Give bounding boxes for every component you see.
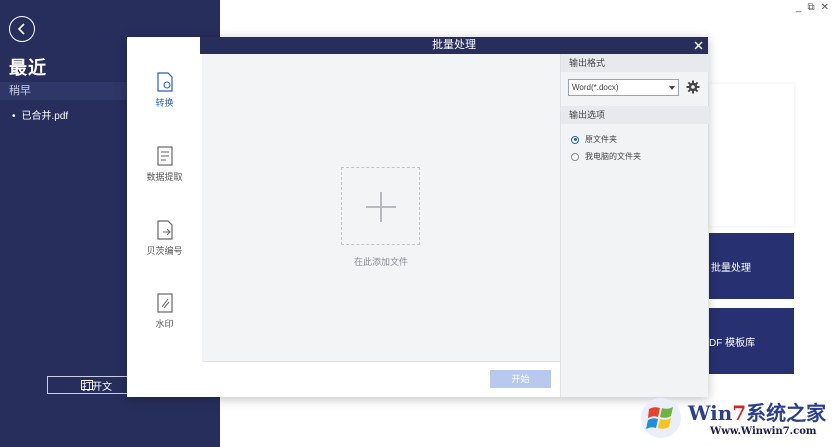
radio-my-computer-folder[interactable]: 我电脑的文件夹 xyxy=(571,151,641,162)
chevron-left-icon xyxy=(17,23,25,35)
radio-indicator-selected xyxy=(571,135,579,144)
radio-indicator xyxy=(571,152,579,161)
dialog-title: 批量处理 xyxy=(432,39,476,51)
radio-source-folder-label: 原文件夹 xyxy=(585,135,617,144)
file-drop-area[interactable]: 在此添加文件 xyxy=(202,54,560,361)
radio-my-computer-folder-label: 我电脑的文件夹 xyxy=(585,152,641,161)
windows-logo-icon xyxy=(641,398,681,438)
back-button[interactable] xyxy=(9,16,35,42)
watermark-icon xyxy=(156,293,173,313)
output-options-title: 输出选项 xyxy=(561,106,709,124)
dialog-nav: 转换 数据提取 贝茨编号 水印 xyxy=(127,54,202,397)
nav-item-data-extract-label: 数据提取 xyxy=(146,172,183,182)
dialog-close-button[interactable] xyxy=(691,37,705,54)
output-format-title: 输出格式 xyxy=(561,54,709,72)
bates-number-icon xyxy=(156,220,173,240)
watermark-brand: Win7系统之家 xyxy=(688,401,827,425)
add-file-button[interactable] xyxy=(341,167,420,245)
data-extract-icon xyxy=(156,146,173,166)
minimize-button[interactable]: _ xyxy=(796,2,802,13)
settings-panel: 输出格式 Word(*.docx) 输出选项 原文件夹 我电脑的文件夹 xyxy=(560,54,709,397)
start-button[interactable]: 开始 xyxy=(490,370,551,388)
restore-button[interactable]: ⧉ xyxy=(807,2,814,13)
folder-icon xyxy=(81,380,93,390)
dialog-titlebar: 批量处理 xyxy=(200,37,708,54)
output-format-value: Word(*.docx) xyxy=(572,83,619,92)
batch-process-tile[interactable]: 批量处理 xyxy=(709,233,794,299)
nav-item-data-extract[interactable]: 数据提取 xyxy=(127,146,202,183)
recent-title: 最近 xyxy=(9,58,47,78)
nav-item-bates-number[interactable]: 贝茨编号 xyxy=(127,220,202,257)
window-controls: _ ⧉ ✕ xyxy=(796,2,829,13)
convert-icon xyxy=(156,72,173,92)
recent-file-item[interactable]: 已合并.pdf xyxy=(12,107,69,122)
template-library-tile[interactable]: DF 模板库 xyxy=(709,308,794,374)
nav-item-watermark-label: 水印 xyxy=(155,319,174,329)
nav-item-convert-label: 转换 xyxy=(155,98,174,108)
nav-item-bates-number-label: 贝茨编号 xyxy=(146,246,183,256)
gear-icon[interactable] xyxy=(686,80,700,94)
batch-process-tile-label: 批量处理 xyxy=(711,262,751,274)
close-window-button[interactable]: ✕ xyxy=(821,2,829,13)
radio-source-folder[interactable]: 原文件夹 xyxy=(571,134,617,145)
close-icon xyxy=(693,41,703,50)
template-library-tile-label: DF 模板库 xyxy=(709,337,756,349)
nav-item-convert[interactable]: 转换 xyxy=(127,72,202,109)
watermark-url: Www.Winwin7.com xyxy=(710,426,817,437)
dialog-footer: 开始 xyxy=(202,361,560,397)
site-watermark: Win7系统之家 Www.Winwin7.com xyxy=(640,393,835,445)
chevron-down-icon xyxy=(669,86,675,90)
nav-item-watermark[interactable]: 水印 xyxy=(127,293,202,330)
output-format-select[interactable]: Word(*.docx) xyxy=(568,79,679,96)
batch-process-dialog: 批量处理 转换 数据提取 贝茨编号 水印 在此添加文件 开始 输出格式 Word… xyxy=(127,37,709,397)
background-card xyxy=(709,84,794,226)
drop-label: 在此添加文件 xyxy=(353,257,408,267)
